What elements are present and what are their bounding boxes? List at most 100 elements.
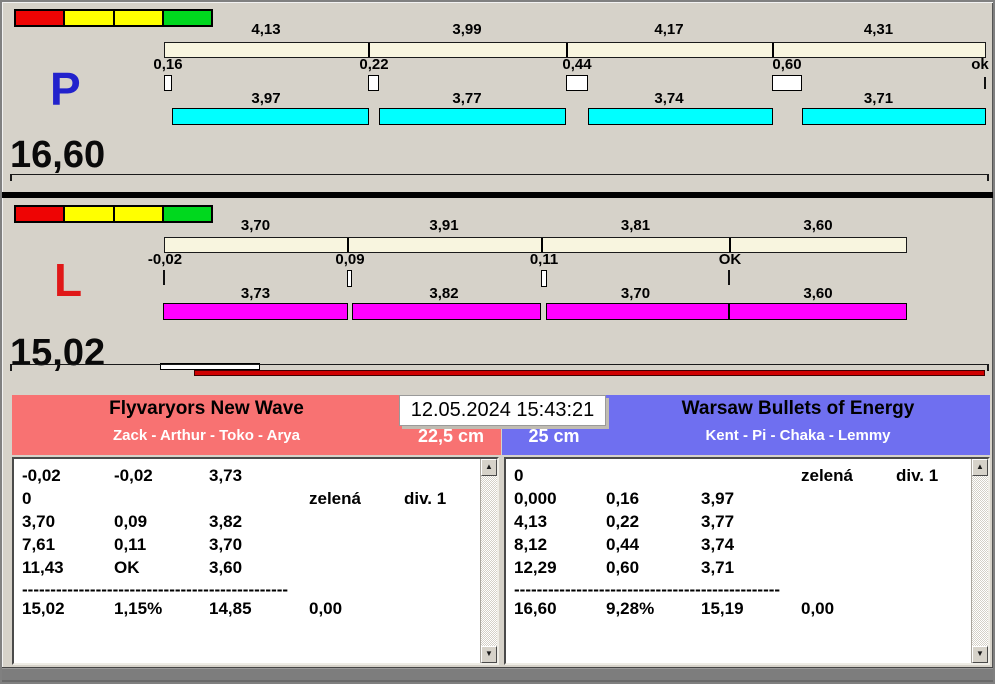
exchange-marker [347,270,352,287]
scrollbar-down-icon[interactable]: ▼ [481,646,497,663]
right-team-results-list[interactable]: 0 zelená div. 1 0,000 0,16 3,97 4,13 0,22 3,77 8,… [504,457,990,665]
table-cell: 3,60 [209,558,243,577]
table-cell: OK [114,558,140,577]
table-cell: 3,73 [209,466,243,485]
left-team-results-list[interactable]: -0,02 -0,02 3,73 0 zelená div. 1 3,70 0,09 3,82 7… [12,457,499,665]
table-total-row: 15,02 1,15% 14,85 0,00 [14,599,497,622]
leg-time-bar [379,108,566,125]
table-cell: 0,00 [801,599,835,618]
split-time-label: 3,70 [240,217,271,234]
table-cell: 0,44 [606,535,640,554]
leg-time-label: 3,97 [251,90,281,107]
split-time-label: 4,17 [654,21,684,38]
split-times-chart-p: 4,13 0,16 3,97 3,99 0,22 3,77 4,17 0,44 3,74 4,31… [2,6,993,196]
scrollbar-track[interactable] [481,476,497,646]
split-time-label: 3,99 [452,21,482,38]
panel-divider [2,192,993,198]
lane-panel-p: P 16,60 4,13 0,16 3,97 3,99 0,22 3,77 4,17 0,44… [2,6,993,196]
table-row[interactable]: 0 zelená div. 1 [506,466,988,489]
leg-time-bar [802,108,986,125]
table-row[interactable]: 0 zelená div. 1 [14,489,497,512]
table-row[interactable]: 7,61 0,11 3,70 [14,535,497,558]
leg-time-bar [588,108,773,125]
exchange-time-label: 0,11 [529,251,559,268]
exchange-time-label: OK [718,251,742,268]
table-cell: 7,61 [22,535,56,554]
leg-time-bar [546,303,729,320]
split-time-label: 3,91 [429,217,459,234]
leg-time-bar [172,108,369,125]
table-cell: 0,00 [309,599,343,618]
table-cell: 3,70 [209,535,243,554]
table-cell: div. 1 [896,466,939,485]
table-cell: 15,19 [701,599,744,618]
separator-dashes: ----------------------------------------… [514,581,781,598]
table-row[interactable]: -0,02 -0,02 3,73 [14,466,497,489]
table-cell: 3,74 [701,535,735,554]
scrollbar-up-icon[interactable]: ▲ [481,459,497,476]
segment-tick [541,238,543,252]
leg-time-bar [352,303,541,320]
table-cell: 15,02 [22,599,65,618]
table-cell: 4,13 [514,512,548,531]
table-cell: -0,02 [22,466,61,485]
timing-app-window: P 16,60 4,13 0,16 3,97 3,99 0,22 3,77 4,17 0,44… [0,0,995,684]
scrollbar[interactable]: ▲ ▼ [480,459,497,663]
exchange-time-label: 0,09 [335,251,365,268]
table-row[interactable]: 3,70 0,09 3,82 [14,512,497,535]
right-team-distance: 25 cm [528,426,580,446]
table-cell: 9,28% [606,599,655,618]
scrollbar-track[interactable] [972,476,988,646]
leg-time-label: 3,74 [654,90,684,107]
table-cell: 3,70 [22,512,56,531]
table-cell: div. 1 [404,489,447,508]
left-team-members: Zack - Arthur - Toko - Arya [113,427,300,444]
leg-time-label: 3,82 [429,285,459,302]
exchange-marker [541,270,547,287]
scrollbar-down-icon[interactable]: ▼ [972,646,988,663]
segment-tick [368,43,370,57]
split-time-label: 4,31 [863,21,894,38]
left-team-distance: 22,5 cm [417,426,485,446]
exchange-time-label: 0,22 [359,56,389,73]
table-cell: zelená [309,489,361,508]
segment-tick [772,43,774,57]
leg-time-label: 3,71 [863,90,894,107]
baseline-rule [10,364,989,371]
segment-tick [566,43,568,57]
exchange-marker [368,75,379,91]
table-row[interactable]: 4,13 0,22 3,77 [506,512,988,535]
table-cell: 0,22 [606,512,640,531]
table-row[interactable]: 12,29 0,60 3,71 [506,558,988,581]
exchange-time-label: -0,02 [147,251,183,268]
left-team-name: Flyvaryors New Wave [109,398,304,419]
table-cell: 3,97 [701,489,735,508]
exchange-marker [164,75,172,91]
scrollbar-up-icon[interactable]: ▲ [972,459,988,476]
table-cell: 14,85 [209,599,252,618]
table-row[interactable]: 0,000 0,16 3,97 [506,489,988,512]
leg-time-bar [163,303,348,320]
table-cell: 16,60 [514,599,557,618]
table-cell: 1,15% [114,599,163,618]
right-team-name: Warsaw Bullets of Energy [681,398,915,419]
leg-time-label: 3,60 [803,285,833,302]
table-cell: 11,43 [22,558,64,577]
table-cell: -0,02 [114,466,153,485]
table-cell: 0 [22,489,32,508]
exchange-marker [566,75,588,91]
table-cell: zelená [801,466,853,485]
split-time-label: 3,81 [620,217,651,234]
table-cell: 12,29 [514,558,557,577]
table-row[interactable]: 11,43 OK 3,60 [14,558,497,581]
scoreboard-header: Flyvaryors New Wave Zack - Arthur - Toko… [2,395,993,455]
table-cell: 0,09 [114,512,148,531]
table-row[interactable]: 8,12 0,44 3,74 [506,535,988,558]
exchange-marker [163,270,165,285]
table-cell: 3,82 [209,512,243,531]
right-team-members: Kent - Pi - Chaka - Lemmy [705,427,891,444]
leg-time-bar [729,303,907,320]
table-cell: 8,12 [514,535,548,554]
finish-marker [984,77,986,89]
scrollbar[interactable]: ▲ ▼ [971,459,988,663]
